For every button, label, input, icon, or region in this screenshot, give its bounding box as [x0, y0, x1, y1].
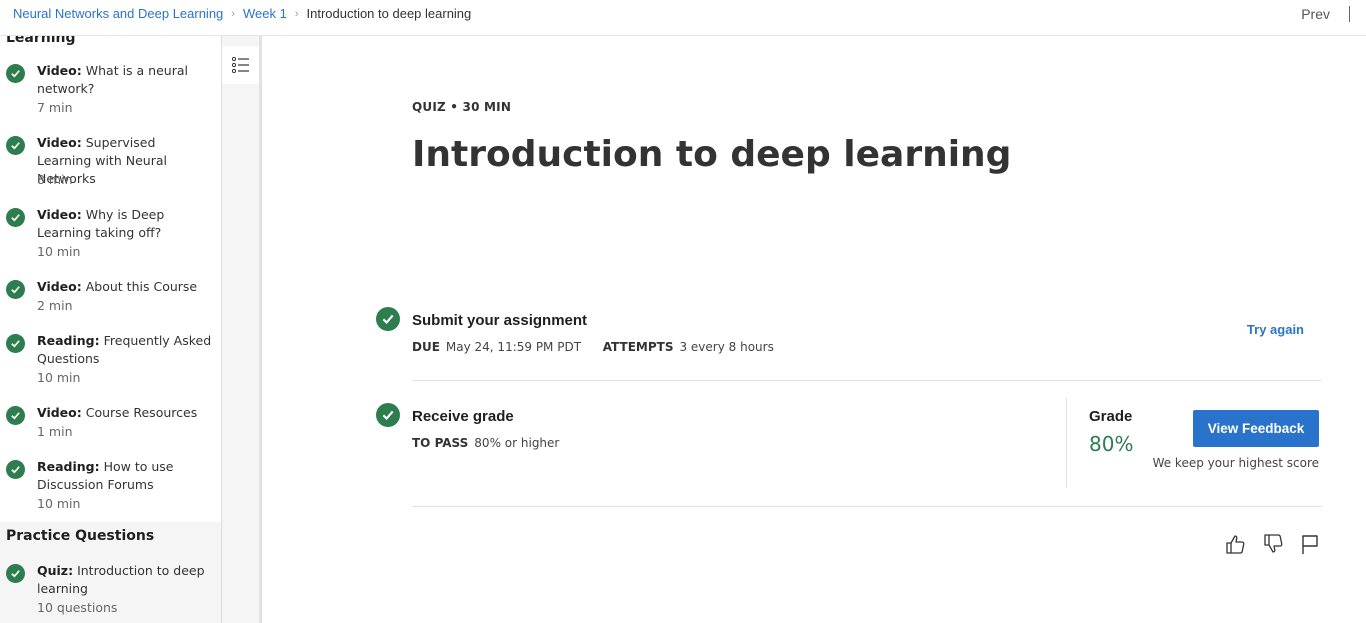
try-again-link[interactable]: Try again [1247, 322, 1304, 337]
prev-button[interactable]: Prev [1301, 6, 1330, 22]
divider [1349, 6, 1350, 22]
sidebar-item-label: Video: About this Course [37, 279, 198, 294]
tool-strip [222, 36, 262, 623]
grade-value: 80% [1089, 432, 1134, 456]
sidebar-item-label: Video: Why is Deep Learning taking off? [37, 207, 165, 240]
breadcrumb-week-link[interactable]: Week 1 [243, 6, 287, 21]
top-bar: Neural Networks and Deep Learning › Week… [0, 0, 1366, 36]
check-circle-icon [376, 307, 400, 331]
check-circle-icon [6, 64, 25, 83]
highest-score-note: We keep your highest score [1152, 456, 1319, 470]
check-circle-icon [6, 460, 25, 479]
grade-label: Grade [1089, 408, 1133, 425]
practice-section: Practice Questions Quiz: Introduction to… [0, 522, 221, 623]
breadcrumb: Neural Networks and Deep Learning › Week… [13, 6, 471, 21]
check-circle-icon [6, 208, 25, 227]
view-feedback-button[interactable]: View Feedback [1193, 410, 1319, 447]
due-label: DUE [412, 340, 440, 354]
check-circle-icon [6, 334, 25, 353]
to-pass-label: TO PASS [412, 436, 469, 450]
sidebar-item-duration: 10 min [37, 370, 81, 385]
divider [412, 506, 1322, 507]
submit-meta: DUE May 24, 11:59 PM PDT ATTEMPTS 3 every … [412, 340, 774, 354]
sidebar-item-label: Video: What is a neural network? [37, 63, 188, 96]
sidebar-item-duration: 1 min [37, 424, 73, 439]
sidebar-section-title: Learning [6, 36, 76, 46]
flag-icon[interactable] [1299, 533, 1321, 555]
sidebar-item-label: Reading: How to use Discussion Forums [37, 459, 174, 492]
attempts-value: 3 every 8 hours [679, 340, 774, 354]
divider [412, 380, 1322, 381]
sidebar-item-duration: 2 min [37, 298, 73, 313]
check-circle-icon [6, 280, 25, 299]
check-circle-icon [6, 136, 25, 155]
breadcrumb-current: Introduction to deep learning [306, 6, 472, 21]
sidebar-item-label: Reading: Frequently Asked Questions [37, 333, 212, 366]
sidebar-item-duration: 10 questions [37, 600, 118, 615]
sidebar-item-duration: 10 min [37, 244, 81, 259]
sidebar: Learning Video: What is a neural network… [0, 36, 222, 623]
chevron-right-icon: › [231, 7, 235, 20]
submit-assignment-title: Submit your assignment [412, 312, 588, 329]
thumbs-up-icon[interactable] [1224, 533, 1246, 555]
divider [1066, 398, 1067, 488]
sidebar-item-label: Quiz: Introduction to deep learning [37, 563, 205, 596]
sidebar-item-duration: 7 min [37, 100, 73, 115]
sidebar-item-label: Video: Course Resources [37, 405, 198, 420]
to-pass-value: 80% or higher [474, 436, 560, 450]
check-circle-icon [6, 564, 25, 583]
breadcrumb-course-link[interactable]: Neural Networks and Deep Learning [13, 6, 223, 21]
item-kicker: QUIZ • 30 MIN [412, 100, 512, 114]
table-of-contents-button[interactable] [222, 46, 259, 84]
page-title: Introduction to deep learning [412, 134, 1012, 175]
list-icon [231, 57, 249, 73]
pass-meta: TO PASS 80% or higher [412, 436, 559, 450]
practice-section-title: Practice Questions [6, 528, 155, 544]
check-circle-icon [376, 403, 400, 427]
sidebar-item-duration: 8 min [37, 172, 73, 187]
chevron-right-icon: › [294, 7, 299, 20]
check-circle-icon [6, 406, 25, 425]
receive-grade-title: Receive grade [412, 408, 514, 425]
attempts-label: ATTEMPTS [602, 340, 674, 354]
due-value: May 24, 11:59 PM PDT [445, 340, 582, 354]
thumbs-down-icon[interactable] [1262, 533, 1284, 555]
sidebar-item-duration: 10 min [37, 496, 81, 511]
